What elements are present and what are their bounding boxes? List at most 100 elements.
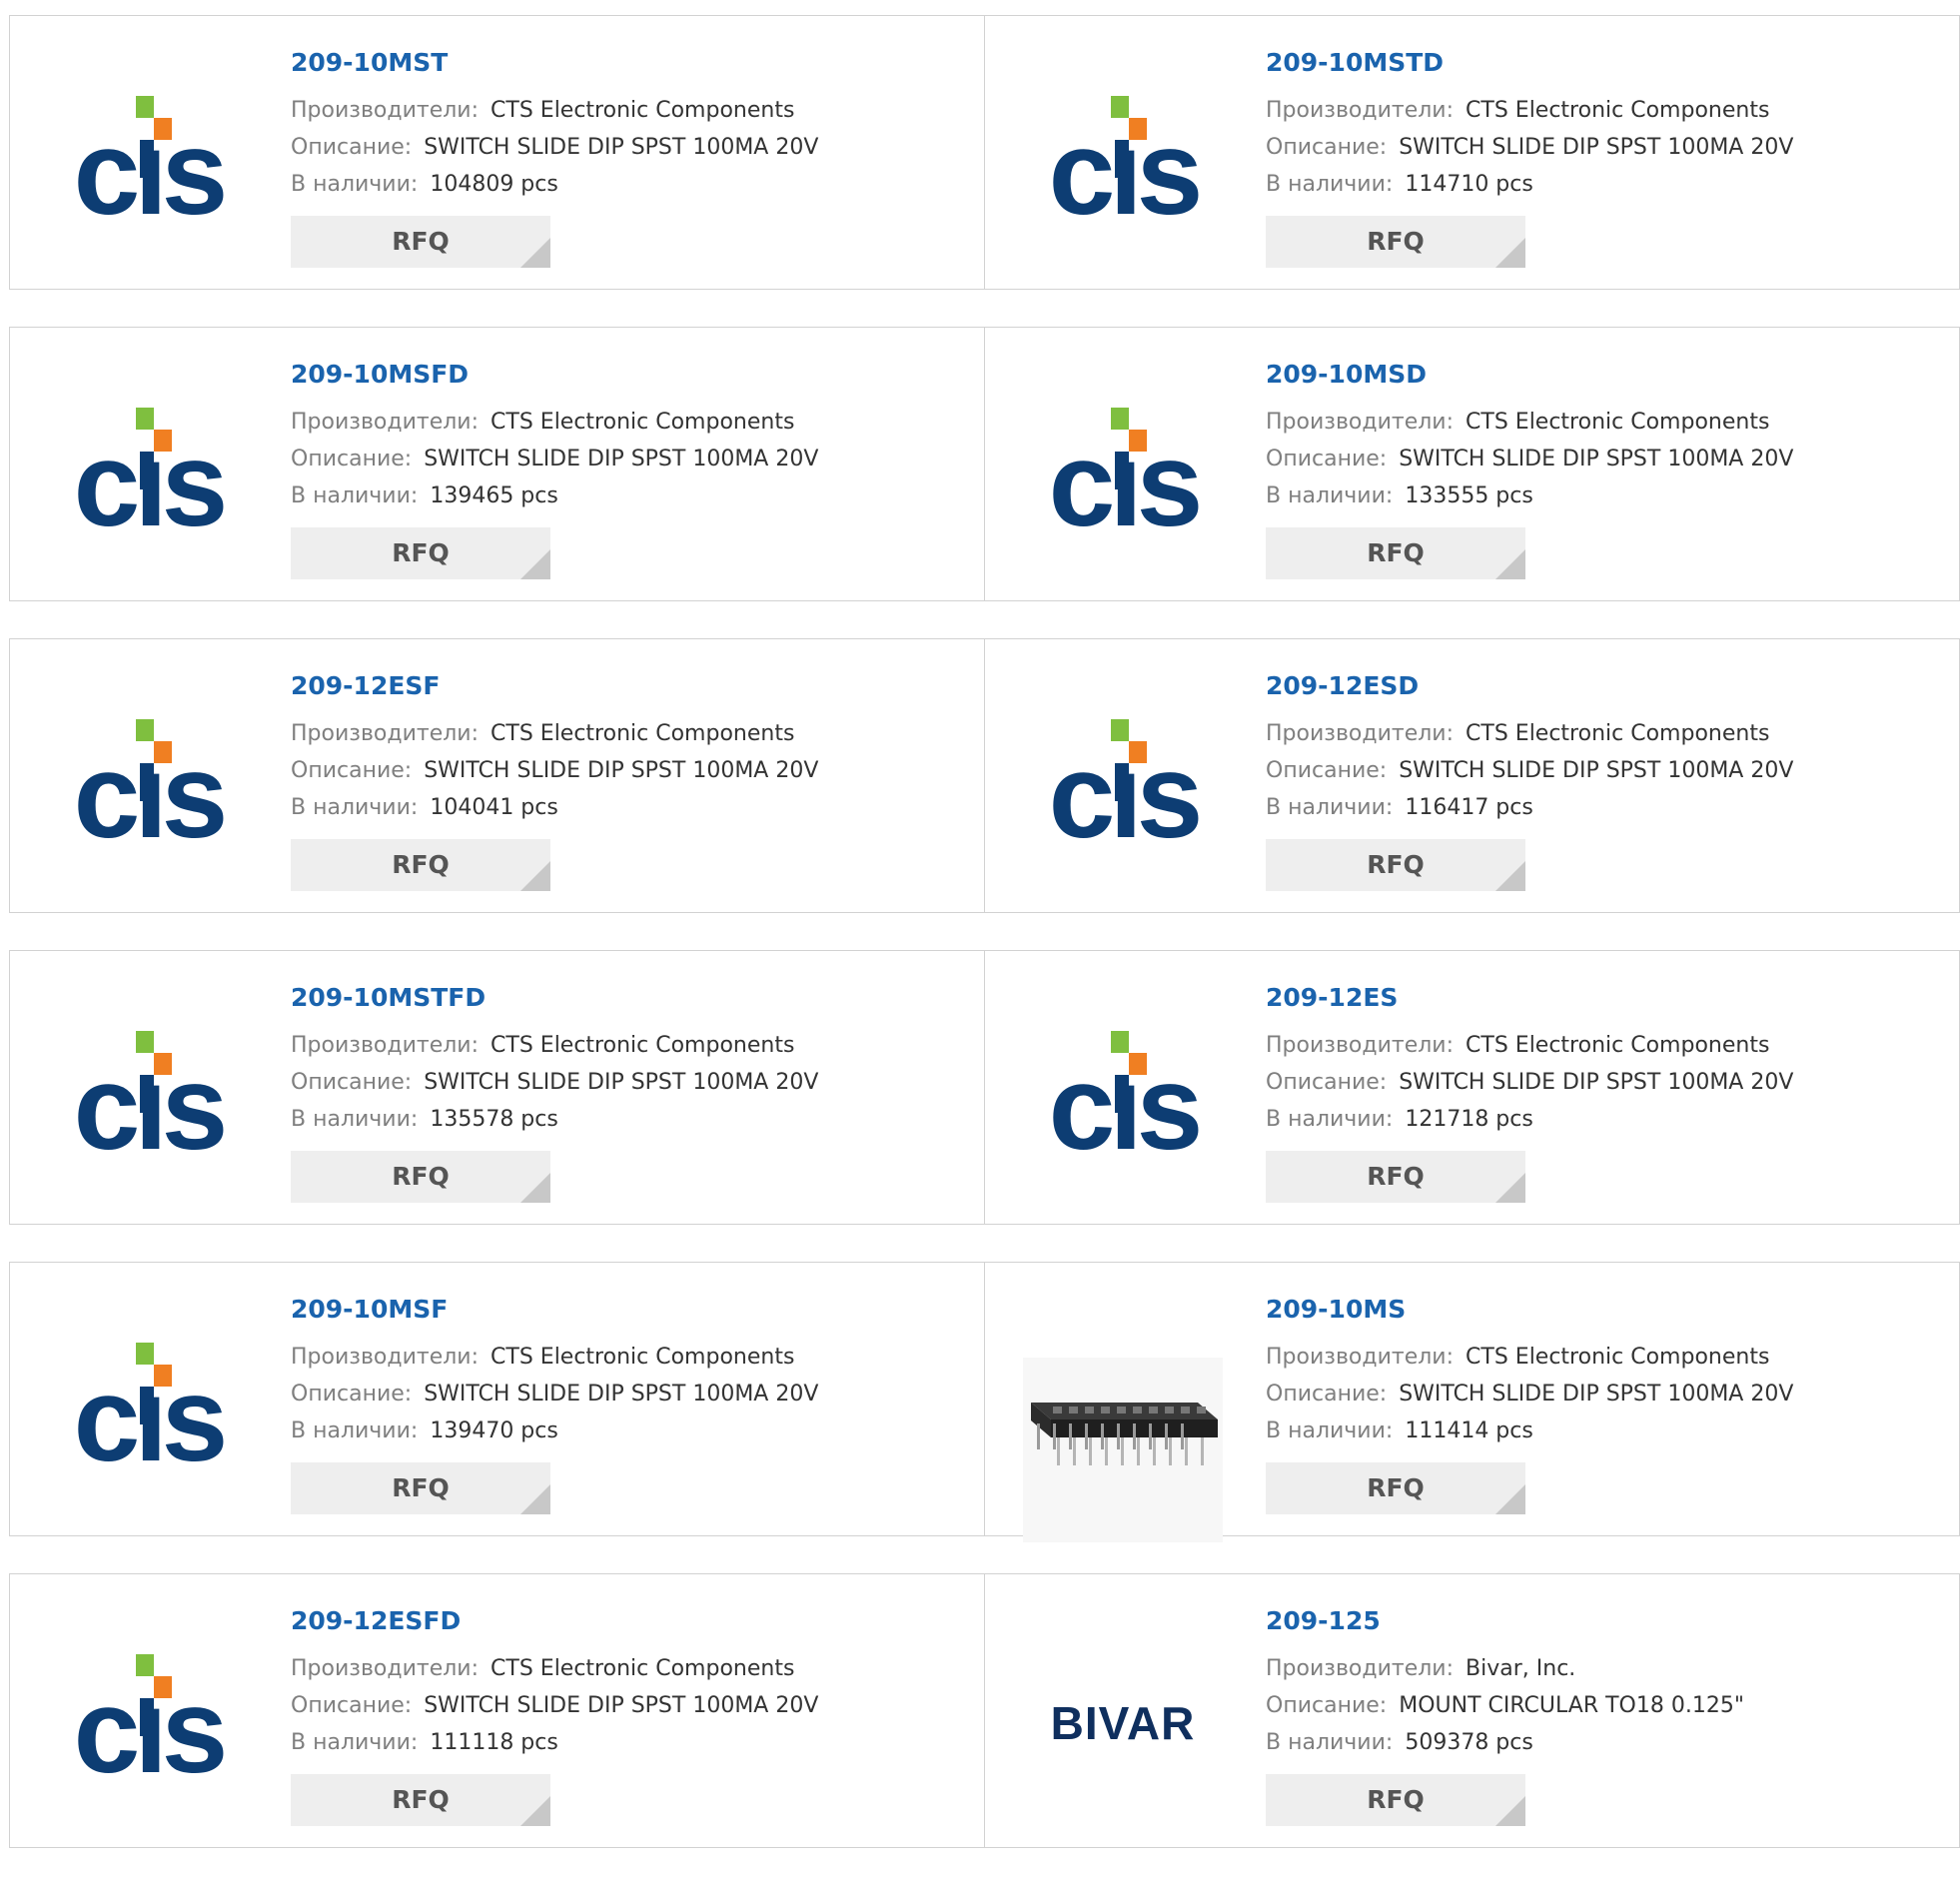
product-info: 209-125 Производители: Bivar, Inc. Описан… bbox=[1266, 1606, 1744, 1826]
rfq-button[interactable]: RFQ bbox=[1266, 839, 1525, 891]
manufacturer-logo[interactable]: cıs bbox=[48, 1343, 248, 1542]
manufacturer-value: CTS Electronic Components bbox=[1466, 1345, 1770, 1370]
stock-line: В наличии: 135578 pcs bbox=[291, 1101, 818, 1138]
part-number-link[interactable]: 209-10MSTFD bbox=[291, 983, 818, 1013]
part-number-link[interactable]: 209-125 bbox=[1266, 1606, 1744, 1636]
stock-label: В наличии: bbox=[1266, 483, 1394, 508]
product-row: cıs 209-10MST Производители: CTS Electron… bbox=[9, 15, 1960, 290]
part-number-link[interactable]: 209-10MSD bbox=[1266, 360, 1793, 390]
rfq-button[interactable]: RFQ bbox=[291, 839, 550, 891]
manufacturer-label: Производители: bbox=[1266, 1033, 1455, 1058]
rfq-label: RFQ bbox=[1367, 538, 1425, 567]
manufacturer-logo[interactable]: cıs bbox=[48, 719, 248, 919]
part-number-link[interactable]: 209-12ESF bbox=[291, 671, 818, 701]
stock-value: 135578 pcs bbox=[430, 1107, 558, 1132]
rfq-label: RFQ bbox=[392, 538, 450, 567]
manufacturer-label: Производители: bbox=[291, 1345, 480, 1370]
description-value: SWITCH SLIDE DIP SPST 100MA 20V bbox=[424, 135, 819, 160]
stock-label: В наличии: bbox=[291, 483, 419, 508]
part-number-link[interactable]: 209-10MSTD bbox=[1266, 48, 1793, 78]
stock-label: В наличии: bbox=[291, 1418, 419, 1443]
svg-text:BIVAR: BIVAR bbox=[1051, 1697, 1196, 1749]
product-info: 209-12ES Производители: CTS Electronic Co… bbox=[1266, 983, 1793, 1203]
rfq-button[interactable]: RFQ bbox=[1266, 1774, 1525, 1826]
manufacturer-value: CTS Electronic Components bbox=[490, 1345, 795, 1370]
manufacturer-line: Производители: CTS Electronic Components bbox=[1266, 1027, 1793, 1064]
description-line: Описание: SWITCH SLIDE DIP SPST 100MA 20V bbox=[291, 1064, 818, 1101]
description-value: SWITCH SLIDE DIP SPST 100MA 20V bbox=[1399, 758, 1794, 783]
stock-label: В наличии: bbox=[291, 172, 419, 197]
stock-value: 121718 pcs bbox=[1405, 1107, 1533, 1132]
cts-logo-icon: cıs bbox=[1049, 96, 1205, 240]
corner-triangle-icon bbox=[520, 1484, 550, 1514]
description-label: Описание: bbox=[291, 1070, 413, 1095]
description-value: SWITCH SLIDE DIP SPST 100MA 20V bbox=[424, 1693, 819, 1718]
cts-logo-icon: cıs bbox=[74, 1654, 230, 1798]
manufacturer-label: Производители: bbox=[291, 1033, 480, 1058]
manufacturer-label: Производители: bbox=[291, 1656, 480, 1681]
part-number-link[interactable]: 209-12ESFD bbox=[291, 1606, 818, 1636]
manufacturer-line: Производители: CTS Electronic Components bbox=[291, 404, 818, 441]
rfq-button[interactable]: RFQ bbox=[291, 1462, 550, 1514]
part-number-link[interactable]: 209-12ES bbox=[1266, 983, 1793, 1013]
part-number-link[interactable]: 209-10MSFD bbox=[291, 360, 818, 390]
stock-line: В наличии: 509378 pcs bbox=[1266, 1724, 1744, 1761]
part-number-link[interactable]: 209-10MS bbox=[1266, 1295, 1793, 1325]
manufacturer-value: CTS Electronic Components bbox=[490, 1656, 795, 1681]
product-row: cıs 209-12ESF Производители: CTS Electron… bbox=[9, 638, 1960, 913]
rfq-button[interactable]: RFQ bbox=[291, 527, 550, 579]
rfq-label: RFQ bbox=[392, 227, 450, 256]
manufacturer-value: CTS Electronic Components bbox=[1466, 721, 1770, 746]
product-info: 209-10MSFD Производители: CTS Electronic … bbox=[291, 360, 818, 579]
rfq-button[interactable]: RFQ bbox=[291, 1151, 550, 1203]
manufacturer-label: Производители: bbox=[1266, 98, 1455, 123]
stock-line: В наличии: 139465 pcs bbox=[291, 477, 818, 514]
stock-line: В наличии: 111414 pcs bbox=[1266, 1413, 1793, 1449]
stock-label: В наличии: bbox=[1266, 1418, 1394, 1443]
stock-line: В наличии: 116417 pcs bbox=[1266, 789, 1793, 826]
manufacturer-label: Производители: bbox=[1266, 410, 1455, 435]
stock-value: 116417 pcs bbox=[1405, 795, 1533, 820]
stock-value: 509378 pcs bbox=[1405, 1730, 1533, 1755]
manufacturer-logo[interactable]: cıs bbox=[1023, 408, 1223, 607]
cts-logo-icon: cıs bbox=[74, 1031, 230, 1175]
manufacturer-logo[interactable]: cıs bbox=[1023, 719, 1223, 919]
description-value: SWITCH SLIDE DIP SPST 100MA 20V bbox=[424, 447, 819, 471]
manufacturer-logo[interactable]: cıs bbox=[48, 96, 248, 296]
product-info: 209-12ESFD Производители: CTS Electronic … bbox=[291, 1606, 818, 1826]
manufacturer-logo[interactable]: cıs bbox=[48, 1654, 248, 1854]
part-number-link[interactable]: 209-10MST bbox=[291, 48, 818, 78]
cts-logo-icon: cıs bbox=[74, 96, 230, 240]
rfq-label: RFQ bbox=[392, 1473, 450, 1502]
manufacturer-line: Производители: CTS Electronic Components bbox=[291, 715, 818, 752]
stock-line: В наличии: 139470 pcs bbox=[291, 1413, 818, 1449]
rfq-label: RFQ bbox=[1367, 850, 1425, 879]
manufacturer-logo[interactable] bbox=[1023, 1343, 1223, 1557]
manufacturer-logo[interactable]: cıs bbox=[1023, 1031, 1223, 1231]
rfq-button[interactable]: RFQ bbox=[1266, 216, 1525, 268]
manufacturer-line: Производители: CTS Electronic Components bbox=[1266, 92, 1793, 129]
manufacturer-logo[interactable]: cıs bbox=[48, 1031, 248, 1231]
rfq-button[interactable]: RFQ bbox=[1266, 527, 1525, 579]
rfq-button[interactable]: RFQ bbox=[1266, 1151, 1525, 1203]
manufacturer-value: CTS Electronic Components bbox=[490, 1033, 795, 1058]
part-number-link[interactable]: 209-12ESD bbox=[1266, 671, 1793, 701]
product-card: cıs 209-12ESFD Производители: CTS Electro… bbox=[10, 1574, 984, 1847]
rfq-button[interactable]: RFQ bbox=[1266, 1462, 1525, 1514]
manufacturer-label: Производители: bbox=[291, 721, 480, 746]
manufacturer-logo[interactable]: cıs bbox=[1023, 96, 1223, 296]
rfq-button[interactable]: RFQ bbox=[291, 216, 550, 268]
product-card: cıs 209-10MST Производители: CTS Electron… bbox=[10, 16, 984, 289]
corner-triangle-icon bbox=[520, 861, 550, 891]
rfq-label: RFQ bbox=[1367, 227, 1425, 256]
stock-line: В наличии: 133555 pcs bbox=[1266, 477, 1793, 514]
description-line: Описание: SWITCH SLIDE DIP SPST 100MA 20V bbox=[291, 1687, 818, 1724]
description-value: SWITCH SLIDE DIP SPST 100MA 20V bbox=[1399, 1070, 1794, 1095]
stock-label: В наличии: bbox=[1266, 1730, 1394, 1755]
rfq-button[interactable]: RFQ bbox=[291, 1774, 550, 1826]
part-number-link[interactable]: 209-10MSF bbox=[291, 1295, 818, 1325]
manufacturer-logo[interactable]: BIVAR bbox=[1023, 1654, 1223, 1854]
manufacturer-logo[interactable]: cıs bbox=[48, 408, 248, 607]
description-value: MOUNT CIRCULAR TO18 0.125" bbox=[1399, 1693, 1744, 1718]
manufacturer-label: Производители: bbox=[1266, 721, 1455, 746]
